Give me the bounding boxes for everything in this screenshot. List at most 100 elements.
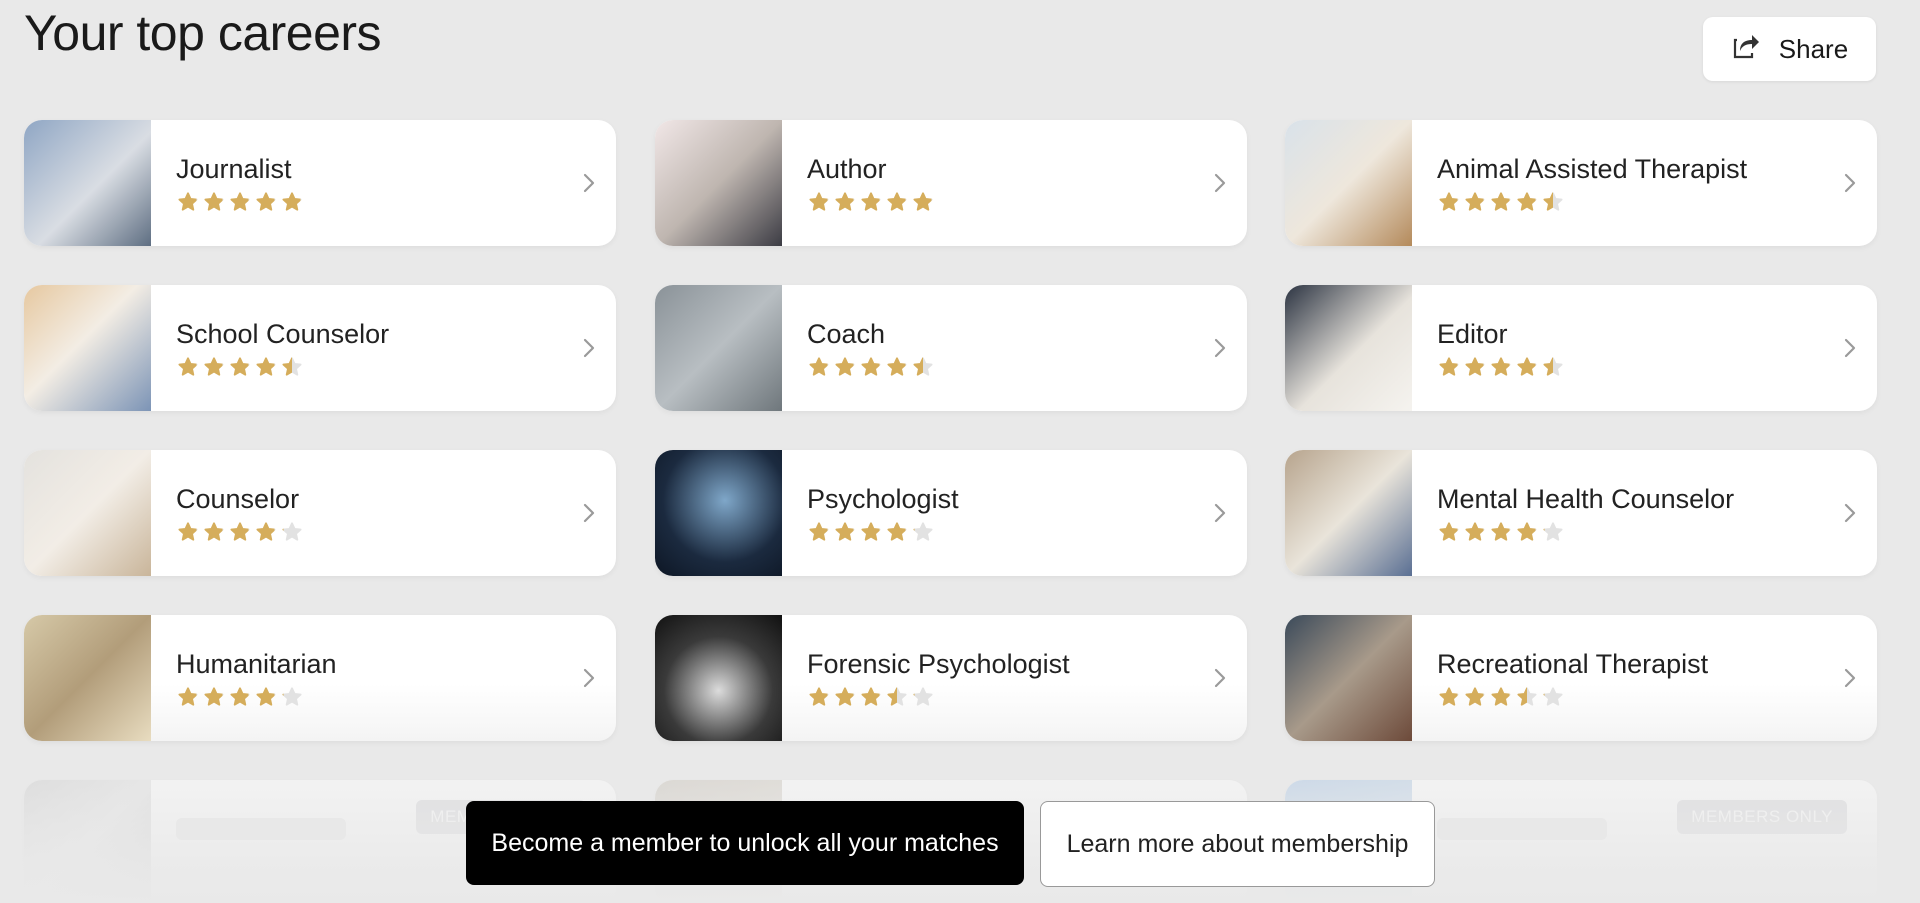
chevron-right-icon	[583, 503, 595, 523]
career-title: Psychologist	[807, 484, 959, 514]
star-icon	[282, 687, 302, 706]
star-icon	[913, 357, 933, 376]
star-rating	[808, 686, 934, 708]
career-card[interactable]: Counselor	[24, 450, 616, 576]
star-icon	[835, 357, 855, 376]
career-card[interactable]: Forensic Psychologist	[655, 615, 1247, 741]
star-icon	[1517, 687, 1537, 706]
mental-health-counselor-photo	[1285, 450, 1412, 576]
star-icon	[1439, 522, 1459, 541]
hidden-title	[1437, 818, 1607, 840]
career-card[interactable]: Recreational Therapist	[1285, 615, 1877, 741]
star-icon	[230, 687, 250, 706]
star-icon	[1491, 687, 1511, 706]
star-icon	[282, 192, 302, 211]
star-icon	[178, 192, 198, 211]
star-icon	[1491, 522, 1511, 541]
chevron-right-icon	[1844, 173, 1856, 193]
star-rating	[808, 356, 934, 378]
star-icon	[1543, 687, 1563, 706]
career-card[interactable]: Animal Assisted Therapist	[1285, 120, 1877, 246]
star-icon	[230, 192, 250, 211]
star-rating	[808, 191, 934, 213]
author-photo	[655, 120, 782, 246]
hidden-title	[176, 818, 346, 840]
star-icon	[835, 192, 855, 211]
star-rating	[177, 686, 303, 708]
star-icon	[178, 357, 198, 376]
star-icon	[887, 522, 907, 541]
chevron-right-icon	[583, 173, 595, 193]
star-icon	[1543, 192, 1563, 211]
star-icon	[1439, 687, 1459, 706]
editor-photo	[1285, 285, 1412, 411]
star-rating	[177, 356, 303, 378]
star-icon	[861, 357, 881, 376]
forensic-psychologist-photo	[655, 615, 782, 741]
star-icon	[913, 522, 933, 541]
star-icon	[1465, 192, 1485, 211]
star-rating	[177, 521, 303, 543]
chevron-right-icon	[1214, 173, 1226, 193]
career-card[interactable]: Journalist	[24, 120, 616, 246]
career-title: School Counselor	[176, 319, 390, 349]
star-icon	[861, 687, 881, 706]
become-member-button[interactable]: Become a member to unlock all your match…	[466, 801, 1024, 885]
star-icon	[178, 687, 198, 706]
star-rating	[1438, 356, 1564, 378]
chevron-right-icon	[1214, 668, 1226, 688]
star-icon	[1517, 192, 1537, 211]
star-icon	[1491, 192, 1511, 211]
chevron-right-icon	[1844, 503, 1856, 523]
star-rating	[1438, 191, 1564, 213]
career-card[interactable]: Coach	[655, 285, 1247, 411]
star-icon	[256, 522, 276, 541]
star-icon	[256, 192, 276, 211]
career-card[interactable]: Author	[655, 120, 1247, 246]
career-card[interactable]: Mental Health Counselor	[1285, 450, 1877, 576]
career-title: Forensic Psychologist	[807, 649, 1070, 679]
star-icon	[1465, 357, 1485, 376]
star-icon	[913, 192, 933, 211]
star-icon	[835, 687, 855, 706]
star-icon	[887, 357, 907, 376]
star-icon	[1543, 357, 1563, 376]
star-icon	[230, 522, 250, 541]
star-icon	[887, 687, 907, 706]
chevron-right-icon	[1844, 668, 1856, 688]
star-icon	[282, 357, 302, 376]
star-icon	[809, 522, 829, 541]
star-icon	[1491, 357, 1511, 376]
recreational-therapist-photo	[1285, 615, 1412, 741]
humanitarian-photo	[24, 615, 151, 741]
star-icon	[204, 687, 224, 706]
journalist-photo	[24, 120, 151, 246]
star-icon	[256, 687, 276, 706]
coach-photo	[655, 285, 782, 411]
star-icon	[809, 357, 829, 376]
star-icon	[204, 522, 224, 541]
star-icon	[178, 522, 198, 541]
star-icon	[1465, 687, 1485, 706]
star-icon	[861, 192, 881, 211]
star-icon	[256, 357, 276, 376]
star-icon	[1439, 357, 1459, 376]
career-card[interactable]: Psychologist	[655, 450, 1247, 576]
star-icon	[913, 687, 933, 706]
psychologist-photo	[655, 450, 782, 576]
career-title: Humanitarian	[176, 649, 337, 679]
star-icon	[861, 522, 881, 541]
learn-more-membership-button[interactable]: Learn more about membership	[1040, 801, 1435, 887]
star-icon	[1517, 522, 1537, 541]
counselor-photo	[24, 450, 151, 576]
career-title: Coach	[807, 319, 886, 349]
career-card[interactable]: Editor	[1285, 285, 1877, 411]
career-card[interactable]: School Counselor	[24, 285, 616, 411]
star-icon	[1543, 522, 1563, 541]
career-card[interactable]: Humanitarian	[24, 615, 616, 741]
star-icon	[1517, 357, 1537, 376]
star-icon	[204, 357, 224, 376]
career-title: Editor	[1437, 319, 1508, 349]
star-icon	[204, 192, 224, 211]
star-icon	[887, 192, 907, 211]
